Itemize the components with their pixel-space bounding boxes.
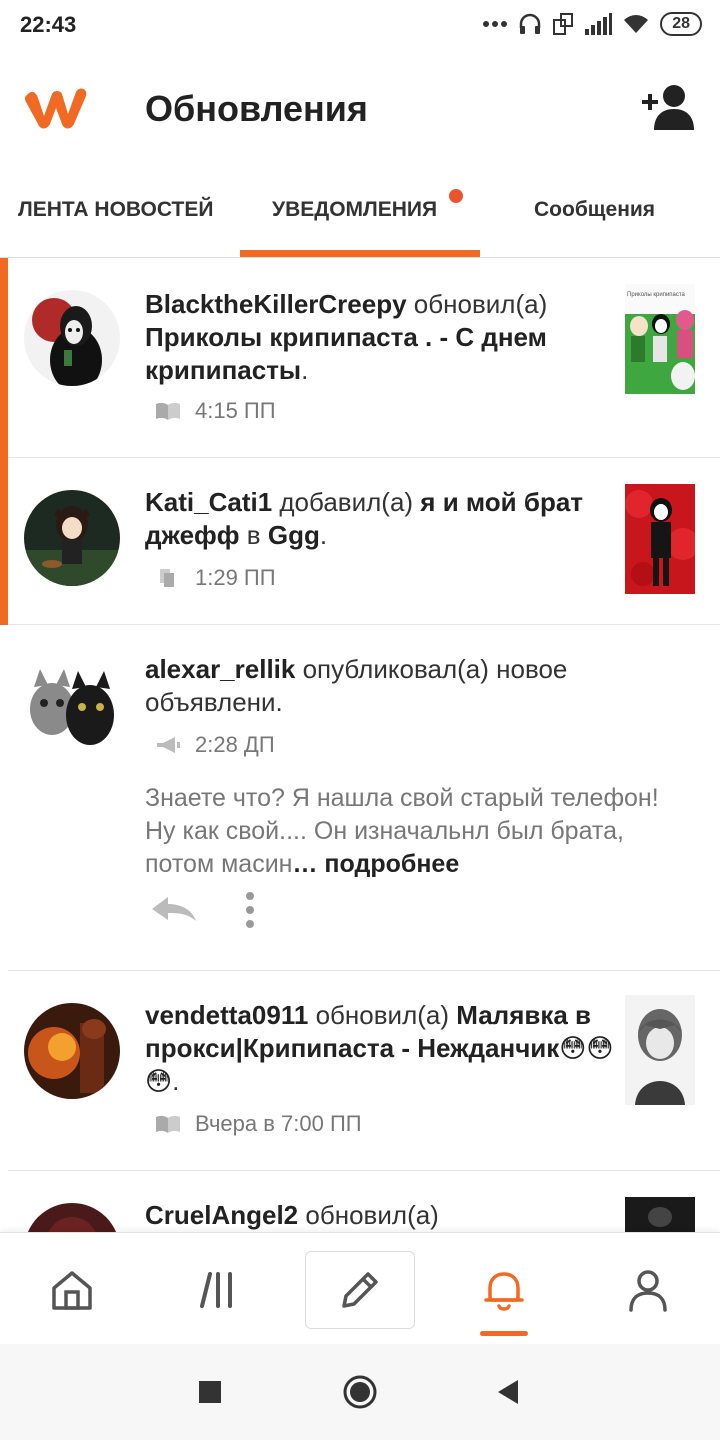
story-cover[interactable] <box>625 484 695 594</box>
punctuation: . <box>319 520 328 550</box>
feed-item-text: alexar_rellik опубликовал(а) новое объяв… <box>145 653 625 719</box>
feed-item-text: CruelAngel2 обновил(а) <box>145 1199 605 1232</box>
username[interactable]: BlacktheKillerCreepy <box>145 289 407 319</box>
username[interactable]: CruelAngel2 <box>145 1200 298 1230</box>
feed-item[interactable]: Kati_Cati1 добавил(а) я и мой брат джефф… <box>0 458 720 625</box>
story-title[interactable]: Приколы крипипаста . - С днем крипипасты <box>145 322 547 385</box>
home-button[interactable] <box>340 1372 380 1412</box>
feed-item[interactable]: BlacktheKillerCreepy обновил(а) Приколы … <box>0 258 720 458</box>
status-time: 22:43 <box>20 12 77 37</box>
pencil-icon <box>342 1272 378 1308</box>
username[interactable]: Kati_Cati1 <box>145 487 272 517</box>
username[interactable]: vendetta0911 <box>145 1000 308 1030</box>
back-triangle-icon <box>498 1380 518 1404</box>
active-nav-indicator <box>480 1331 528 1336</box>
connector-text: в <box>246 520 261 550</box>
reading-list-name[interactable]: Ggg <box>268 520 320 550</box>
punctuation: . <box>172 1066 180 1096</box>
feed-item-text: vendetta0911 обновил(а) Малявка в прокси… <box>145 999 615 1098</box>
reading-list-icon <box>160 569 174 587</box>
circle-icon <box>343 1375 377 1409</box>
nav-home[interactable] <box>17 1251 127 1329</box>
action-text: обновил(а) <box>413 289 548 319</box>
feed-item-meta: 1:29 ПП <box>155 565 276 591</box>
feed-item-text: Kati_Cati1 добавил(а) я и мой брат джефф… <box>145 486 605 552</box>
nav-notifications[interactable] <box>449 1251 559 1329</box>
system-navigation-bar <box>0 1344 720 1440</box>
app-header: Обновления <box>0 52 720 162</box>
book-icon <box>156 1115 180 1133</box>
timestamp: 4:15 ПП <box>195 398 276 423</box>
nav-library[interactable] <box>163 1251 273 1329</box>
avatar[interactable] <box>24 1203 120 1232</box>
username[interactable]: alexar_rellik <box>145 654 295 684</box>
notification-dot <box>449 189 463 203</box>
signal-icon <box>585 13 613 35</box>
battery-indicator: 28 <box>660 12 702 36</box>
book-icon <box>156 402 180 420</box>
feed-item-meta: 4:15 ПП <box>155 398 276 424</box>
status-bar: 22:43 28 <box>0 0 720 52</box>
back-button[interactable] <box>488 1372 528 1412</box>
more-dots-icon <box>483 21 508 27</box>
wattpad-logo[interactable] <box>22 82 92 132</box>
square-icon <box>199 1381 221 1403</box>
status-icons: 28 <box>482 12 702 36</box>
tab-notifications[interactable]: УВЕДОМЛЕНИЯ <box>272 198 437 222</box>
feed-item[interactable]: alexar_rellik опубликовал(а) новое объяв… <box>0 625 720 971</box>
action-text: обновил(а) <box>305 1200 439 1230</box>
unread-indicator <box>0 458 8 625</box>
avatar[interactable] <box>24 490 120 586</box>
announcement-snippet: Знаете что? Я нашла свой старый телефон!… <box>145 782 665 881</box>
avatar[interactable] <box>24 290 120 386</box>
action-text: обновил(а) <box>315 1000 450 1030</box>
bottom-navigation <box>0 1232 720 1344</box>
read-more-link[interactable]: подробнее <box>324 850 459 878</box>
notification-feed[interactable]: BlacktheKillerCreepy обновил(а) Приколы … <box>0 258 720 1232</box>
unread-indicator <box>0 258 8 458</box>
add-user-icon[interactable] <box>640 82 696 132</box>
reply-icon[interactable] <box>150 895 198 925</box>
tab-bar: ЛЕНТА НОВОСТЕЙ УВЕДОМЛЕНИЯ Сообщения <box>0 162 720 258</box>
feed-item[interactable]: vendetta0911 обновил(а) Малявка в прокси… <box>0 971 720 1171</box>
headphones-icon <box>519 13 541 34</box>
screen-icon <box>553 13 574 35</box>
feed-item-meta: Вчера в 7:00 ПП <box>155 1111 362 1137</box>
timestamp: 2:28 ДП <box>195 732 275 757</box>
story-cover[interactable] <box>625 995 695 1105</box>
cover-caption: Приколы крипипаста <box>627 292 686 298</box>
timestamp: 1:29 ПП <box>195 565 276 590</box>
profile-icon <box>629 1270 667 1312</box>
story-cover[interactable] <box>625 1197 695 1232</box>
nav-write[interactable] <box>305 1251 415 1329</box>
library-icon <box>200 1272 232 1308</box>
feed-item[interactable]: CruelAngel2 обновил(а) <box>0 1171 720 1232</box>
home-icon <box>52 1271 92 1310</box>
snippet-ellipsis: … <box>292 850 318 878</box>
megaphone-icon <box>157 737 180 753</box>
tab-messages[interactable]: Сообщения <box>534 198 655 222</box>
punctuation: . <box>301 355 309 385</box>
tab-news-feed[interactable]: ЛЕНТА НОВОСТЕЙ <box>18 198 213 222</box>
page-title: Обновления <box>145 88 368 129</box>
nav-profile[interactable] <box>593 1251 703 1329</box>
feed-item-text: BlacktheKillerCreepy обновил(а) Приколы … <box>145 288 605 387</box>
story-cover[interactable]: Приколы крипипаста <box>625 284 695 394</box>
recents-button[interactable] <box>190 1372 230 1412</box>
feed-item-meta: 2:28 ДП <box>155 732 275 758</box>
wifi-icon <box>624 15 649 33</box>
battery-level: 28 <box>672 15 690 32</box>
bell-icon <box>484 1272 524 1311</box>
action-text: добавил(а) <box>279 487 414 517</box>
timestamp: Вчера в 7:00 ПП <box>195 1111 362 1136</box>
active-tab-indicator <box>240 250 480 257</box>
more-options-icon[interactable] <box>240 891 260 929</box>
avatar[interactable] <box>24 657 120 753</box>
avatar[interactable] <box>24 1003 120 1099</box>
